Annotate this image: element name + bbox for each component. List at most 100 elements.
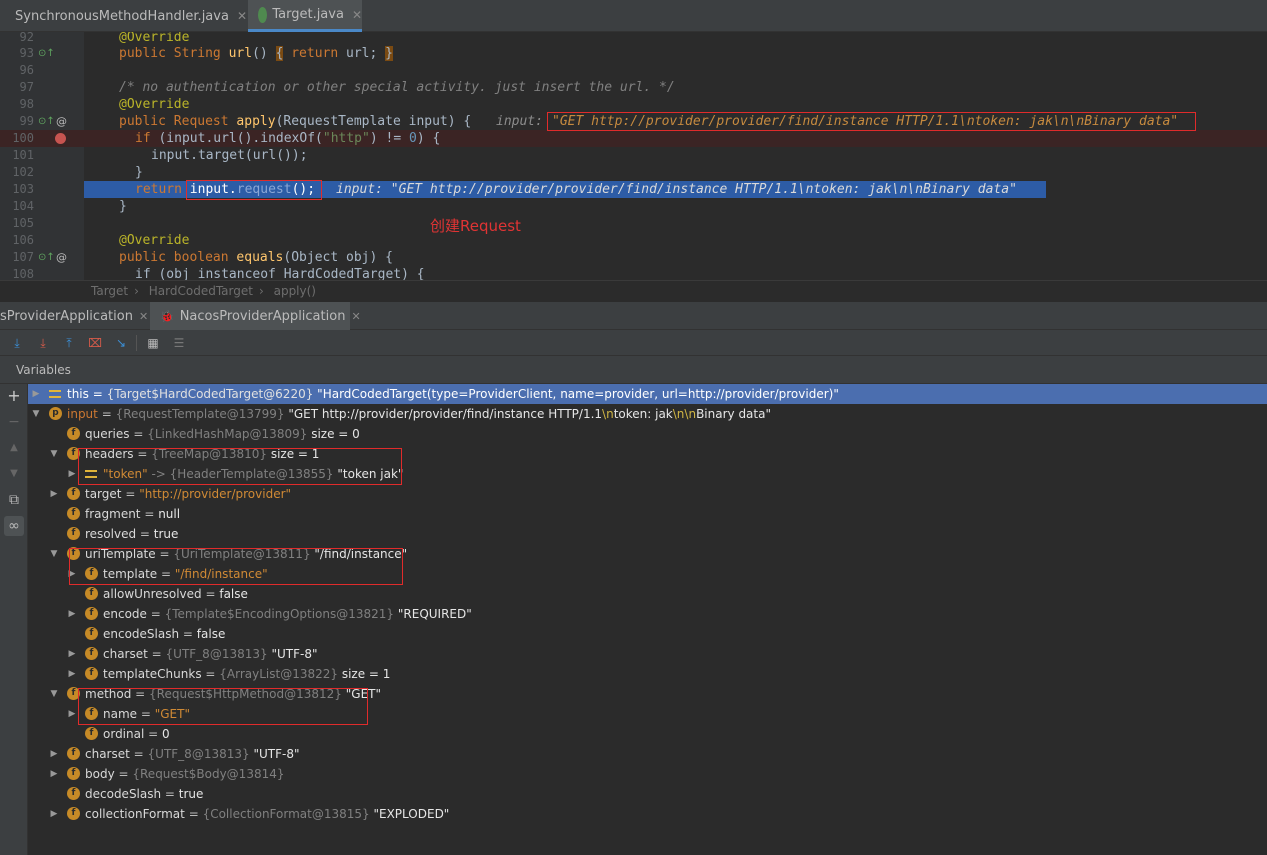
code-line-97: 97 /* no authentication or other special… (0, 79, 1267, 96)
tree-row-ordinal[interactable]: f ordinal = 0 (28, 724, 1267, 744)
collapse-arrow-icon[interactable]: ▼ (49, 684, 59, 704)
debug-tab-provider[interactable]: sProviderApplication ✕ (0, 302, 150, 330)
breadcrumb-item[interactable]: apply() (274, 284, 316, 298)
code-text: input.target(url()); (151, 148, 308, 163)
variable-text: body = {Request$Body@13814} (85, 767, 285, 781)
drop-frame-icon[interactable]: ⌧ (87, 335, 103, 351)
remove-icon[interactable]: − (4, 412, 24, 432)
move-up-icon[interactable]: ▲ (4, 438, 24, 458)
code-text: if (obj instanceof HardCodedTarget) { (135, 267, 425, 280)
variable-text: input = {RequestTemplate@13799} "GET htt… (67, 407, 771, 421)
expand-arrow-icon[interactable]: ▶ (67, 704, 77, 724)
editor-tab-synchronousmethodhandler[interactable]: SynchronousMethodHandler.java ✕ (0, 0, 247, 32)
variable-text: decodeSlash = true (85, 787, 204, 801)
line-number: 106 (12, 233, 34, 247)
variable-text: fragment = null (85, 507, 181, 521)
tree-row-queries[interactable]: f queries = {LinkedHashMap@13809} size =… (28, 424, 1267, 444)
code-line-104: 104 } (0, 198, 1267, 215)
expand-arrow-icon[interactable]: ▶ (67, 644, 77, 664)
expand-arrow-icon[interactable]: ▶ (49, 804, 59, 824)
debug-tab-nacos-provider[interactable]: 🐞 NacosProviderApplication ✕ (150, 302, 361, 330)
variable-text: allowUnresolved = false (103, 587, 248, 601)
code-line-108: 108 if (obj instanceof HardCodedTarget) … (0, 266, 1267, 280)
code-line-100: 100 if (input.url().indexOf("http") != 0… (0, 130, 1267, 147)
code-line-98: 98 @Override (0, 96, 1267, 113)
line-number: 103 (12, 182, 34, 196)
annotation-icon[interactable]: @ (56, 113, 67, 130)
trace-icon[interactable]: ☰ (171, 335, 187, 351)
tree-row-encodeslash[interactable]: f encodeSlash = false (28, 624, 1267, 644)
code-comment: /* no authentication or other special ac… (119, 80, 675, 95)
override-icon[interactable]: ⊙↑ (38, 113, 55, 130)
breadcrumb-item[interactable]: HardCodedTarget (149, 284, 253, 298)
annotation-icon[interactable]: @ (56, 249, 67, 266)
step-out-icon[interactable]: ⤒ (61, 335, 77, 351)
copy-icon[interactable]: ⧉ (4, 490, 24, 510)
line-number: 100 (12, 131, 34, 145)
tree-row-charset[interactable]: ▶ f charset = {UTF_8@13813} "UTF-8" (28, 744, 1267, 764)
close-icon[interactable]: ✕ (352, 8, 362, 22)
close-icon[interactable]: ✕ (237, 9, 247, 23)
tree-row-input[interactable]: ▼ p input = {RequestTemplate@13799} "GET… (28, 404, 1267, 424)
expand-arrow-icon[interactable]: ▶ (67, 664, 77, 684)
step-over-icon[interactable]: ⤓ (9, 335, 25, 351)
tree-row-templatechunks[interactable]: ▶ f templateChunks = {ArrayList@13822} s… (28, 664, 1267, 684)
editor-tab-bar: SynchronousMethodHandler.java ✕ Target.j… (0, 0, 1267, 32)
variables-tree[interactable]: ▶ this = {Target$HardCodedTarget@6220} "… (28, 384, 1267, 855)
code-editor[interactable]: 92 @Override 93 ⊙↑ public String url() {… (0, 32, 1267, 280)
code-text: public boolean equals(Object obj) { (119, 250, 393, 265)
close-icon[interactable]: ✕ (351, 310, 360, 323)
tree-row-target[interactable]: ▶ f target = "http://provider/provider" (28, 484, 1267, 504)
override-icon[interactable]: ⊙↑ (38, 45, 55, 62)
breadcrumb-item[interactable]: Target (91, 284, 128, 298)
code-text: @Override (119, 97, 190, 112)
expand-arrow-icon[interactable]: ▶ (67, 604, 77, 624)
code-line-105: 105 (0, 215, 1267, 232)
step-into-icon[interactable]: ⤓ (35, 335, 51, 351)
list-icon (49, 390, 61, 398)
field-icon: f (67, 527, 80, 540)
variable-text: ordinal = 0 (103, 727, 170, 741)
tree-row-fragment[interactable]: f fragment = null (28, 504, 1267, 524)
tree-row-collectionformat[interactable]: ▶ f collectionFormat = {CollectionFormat… (28, 804, 1267, 824)
close-icon[interactable]: ✕ (139, 310, 148, 323)
expand-arrow-icon[interactable]: ▶ (49, 764, 59, 784)
variable-text: queries = {LinkedHashMap@13809} size = 0 (85, 427, 360, 441)
editor-tab-target[interactable]: Target.java ✕ (248, 0, 362, 32)
expand-arrow-icon[interactable]: ▶ (49, 484, 59, 504)
run-to-cursor-icon[interactable]: ↘ (113, 335, 129, 351)
tree-row-resolved[interactable]: f resolved = true (28, 524, 1267, 544)
code-text: if (input.url().indexOf("http") != 0) { (135, 131, 441, 146)
field-icon: f (85, 667, 98, 680)
collapse-arrow-icon[interactable]: ▼ (49, 444, 59, 464)
expand-arrow-icon[interactable]: ▶ (31, 384, 41, 404)
override-icon[interactable]: ⊙↑ (38, 249, 55, 266)
watches-icon[interactable]: ∞ (4, 516, 24, 536)
interface-icon (258, 6, 268, 23)
tree-row-body[interactable]: ▶ f body = {Request$Body@13814} (28, 764, 1267, 784)
tree-row-decodeslash[interactable]: f decodeSlash = true (28, 784, 1267, 804)
expand-arrow-icon[interactable]: ▶ (49, 744, 59, 764)
tree-row-encode[interactable]: ▶ f encode = {Template$EncodingOptions@1… (28, 604, 1267, 624)
collapse-arrow-icon[interactable]: ▼ (49, 544, 59, 564)
move-down-icon[interactable]: ▼ (4, 464, 24, 484)
line-number: 105 (12, 216, 34, 230)
code-line-101: 101 input.target(url()); (0, 147, 1267, 164)
editor-tab-label: SynchronousMethodHandler.java (15, 8, 229, 24)
add-icon[interactable]: + (4, 386, 24, 406)
tree-row-charset-inner[interactable]: ▶ f charset = {UTF_8@13813} "UTF-8" (28, 644, 1267, 664)
field-icon: f (85, 727, 98, 740)
code-text: } (135, 165, 143, 180)
highlight-box (69, 548, 403, 585)
breakpoint-icon[interactable] (55, 133, 66, 144)
annotation-text: 创建Request (430, 217, 521, 235)
tree-row-this[interactable]: ▶ this = {Target$HardCodedTarget@6220} "… (28, 384, 1267, 404)
collapse-arrow-icon[interactable]: ▼ (31, 404, 41, 424)
code-line-96: 96 (0, 62, 1267, 79)
evaluate-icon[interactable]: ▦ (145, 335, 161, 351)
debug-tab-label: sProviderApplication (0, 308, 133, 324)
field-icon: f (67, 767, 80, 780)
code-line-107: 107 ⊙↑ @ public boolean equals(Object ob… (0, 249, 1267, 266)
expand-arrow-icon[interactable]: ▶ (67, 464, 77, 484)
tree-row-allowunresolved[interactable]: f allowUnresolved = false (28, 584, 1267, 604)
